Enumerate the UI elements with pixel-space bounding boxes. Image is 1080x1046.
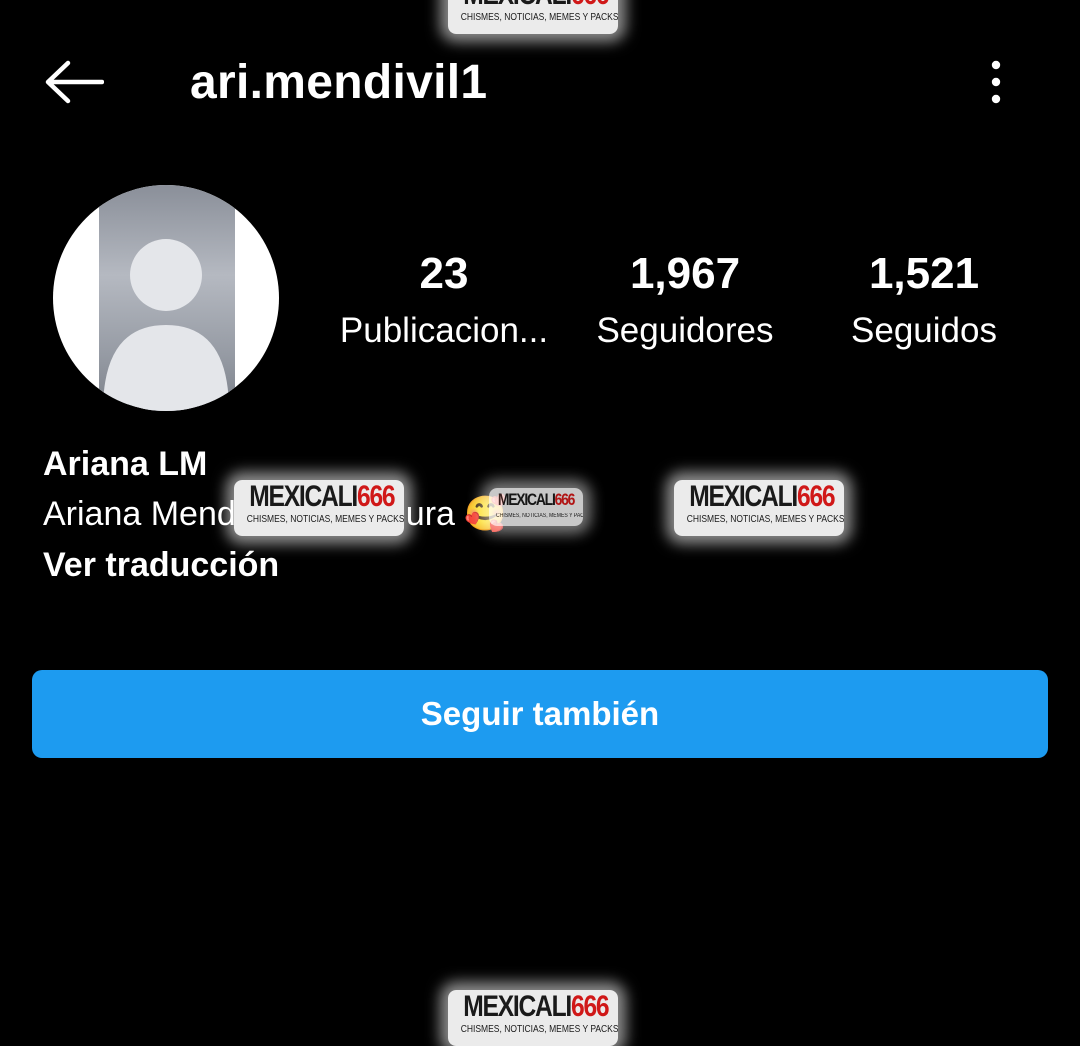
more-options-button[interactable]: [966, 52, 1026, 112]
stat-posts[interactable]: 23 Publicacion...: [324, 248, 564, 356]
watermark-bottom: MEXICALI666 CHISMES, NOTICIAS, MEMES Y P…: [448, 990, 618, 1046]
profile-photo-placeholder-icon: [103, 239, 229, 411]
following-label: Seguidos: [851, 311, 997, 350]
follow-back-button[interactable]: Seguir también: [32, 670, 1048, 758]
arrow-left-icon: [45, 60, 104, 104]
stat-followers[interactable]: 1,967 Seguidores: [565, 248, 805, 356]
back-button[interactable]: [36, 50, 112, 114]
bio-text-start: Ariana Mend: [43, 495, 236, 533]
following-count: 1,521: [868, 249, 980, 298]
display-name: Ariana LM: [43, 445, 208, 483]
posts-count: 23: [419, 249, 469, 298]
bio-text-end: ura: [405, 495, 455, 533]
followers-label: Seguidores: [596, 311, 774, 350]
posts-label: Publicacion...: [339, 311, 549, 350]
profile-username: ari.mendivil1: [190, 56, 488, 109]
see-translation-link[interactable]: Ver traducción: [43, 540, 1043, 590]
stat-following[interactable]: 1,521 Seguidos: [804, 248, 1044, 356]
kebab-menu-icon: [991, 60, 1001, 104]
watermark-bio-small: MEXICALI666 CHISMES, NOTICIAS, MEMES Y P…: [489, 488, 583, 526]
watermark-top: MEXICALI666 CHISMES, NOTICIAS, MEMES Y P…: [448, 0, 618, 34]
followers-count: 1,967: [629, 249, 741, 298]
watermark-bio-right: MEXICALI666 CHISMES, NOTICIAS, MEMES Y P…: [674, 480, 844, 536]
watermark-bio-left: MEXICALI666 CHISMES, NOTICIAS, MEMES Y P…: [234, 480, 404, 536]
profile-avatar[interactable]: [53, 185, 279, 411]
